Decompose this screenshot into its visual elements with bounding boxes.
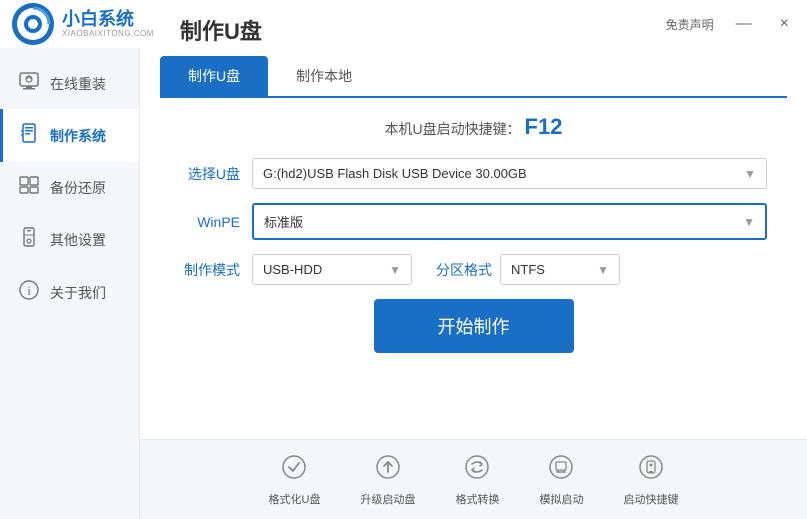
main-layout: 在线重装 制作系统 xyxy=(0,48,807,519)
form-area: 本机U盘启动快捷键： F12 选择U盘 G:(hd2)USB Flash Dis… xyxy=(140,98,807,439)
page-title: 制作U盘 xyxy=(180,14,262,46)
about-icon: i xyxy=(18,280,40,305)
winpe-select-arrow: ▼ xyxy=(743,215,755,229)
mode-label: 制作模式 xyxy=(180,260,240,280)
tool-upgrade-boot-label: 升级启动盘 xyxy=(360,491,415,507)
winpe-row: WinPE 标准版 ▼ xyxy=(180,203,767,240)
sidebar-label-reinstall: 在线重装 xyxy=(50,74,106,94)
minimize-button[interactable]: — xyxy=(730,15,758,33)
partition-select-value: NTFS xyxy=(511,262,545,277)
partition-group: 分区格式 NTFS ▼ xyxy=(436,254,620,285)
boot-shortcut-icon xyxy=(637,453,665,487)
tool-format-usb-label: 格式化U盘 xyxy=(269,491,321,507)
shortcut-key: F12 xyxy=(525,114,563,139)
active-indicator xyxy=(0,109,3,162)
tab-bar: 制作U盘 制作本地 xyxy=(160,56,787,98)
logo-main-text: 小白系统 xyxy=(62,10,154,30)
tab-make-usb[interactable]: 制作U盘 xyxy=(160,56,268,98)
mode-partition-row: 制作模式 USB-HDD ▼ 分区格式 NTFS ▼ xyxy=(180,254,767,285)
tool-simulate-boot[interactable]: 模拟启动 xyxy=(539,453,583,507)
mode-select[interactable]: USB-HDD ▼ xyxy=(252,254,412,285)
tool-format-convert[interactable]: 格式转换 xyxy=(455,453,499,507)
winpe-label: WinPE xyxy=(180,214,240,230)
logo-text: 小白系统 XIAOBAIXITONG.COM xyxy=(62,10,154,39)
format-usb-icon xyxy=(280,453,308,487)
tool-boot-shortcut-label: 启动快捷键 xyxy=(623,491,678,507)
upgrade-boot-icon xyxy=(374,453,402,487)
usb-row: 选择U盘 G:(hd2)USB Flash Disk USB Device 30… xyxy=(180,158,767,189)
bottom-toolbar: 格式化U盘 升级启动盘 xyxy=(140,439,807,519)
sidebar-item-reinstall[interactable]: 在线重装 xyxy=(0,58,139,109)
close-button[interactable]: × xyxy=(774,15,795,33)
simulate-boot-icon xyxy=(547,453,575,487)
sidebar-item-make[interactable]: 制作系统 xyxy=(0,109,139,162)
tool-format-convert-label: 格式转换 xyxy=(455,491,499,507)
partition-select[interactable]: NTFS ▼ xyxy=(500,254,620,285)
sidebar-item-backup[interactable]: 备份还原 xyxy=(0,162,139,213)
usb-label: 选择U盘 xyxy=(180,164,240,184)
format-convert-icon xyxy=(463,453,491,487)
tool-upgrade-boot[interactable]: 升级启动盘 xyxy=(360,453,415,507)
tab-make-local[interactable]: 制作本地 xyxy=(268,56,380,98)
mode-select-value: USB-HDD xyxy=(263,262,322,277)
logo-icon xyxy=(12,3,54,45)
sidebar-item-about[interactable]: i 关于我们 xyxy=(0,266,139,319)
sidebar-label-backup: 备份还原 xyxy=(50,178,106,198)
mode-select-arrow: ▼ xyxy=(389,263,401,277)
titlebar: 小白系统 XIAOBAIXITONG.COM 制作U盘 免责声明 — × xyxy=(0,0,807,48)
reinstall-icon xyxy=(18,72,40,95)
sidebar-label-about: 关于我们 xyxy=(50,283,106,303)
settings-icon xyxy=(18,227,40,252)
tool-simulate-boot-label: 模拟启动 xyxy=(539,491,583,507)
sidebar-item-settings[interactable]: 其他设置 xyxy=(0,213,139,266)
disclaimer-link[interactable]: 免责声明 xyxy=(666,16,714,33)
make-icon xyxy=(18,123,40,148)
content-area: 制作U盘 制作本地 本机U盘启动快捷键： F12 选择U盘 G:(hd2)USB… xyxy=(140,48,807,519)
partition-label: 分区格式 xyxy=(436,260,492,280)
sidebar-label-make: 制作系统 xyxy=(50,126,106,146)
usb-select-value: G:(hd2)USB Flash Disk USB Device 30.00GB xyxy=(263,166,527,181)
logo-area: 小白系统 XIAOBAIXITONG.COM xyxy=(12,3,154,45)
sidebar-label-settings: 其他设置 xyxy=(50,230,106,250)
usb-select-arrow: ▼ xyxy=(744,167,756,181)
titlebar-controls: 免责声明 — × xyxy=(666,15,795,33)
partition-select-arrow: ▼ xyxy=(597,263,609,277)
usb-select[interactable]: G:(hd2)USB Flash Disk USB Device 30.00GB… xyxy=(252,158,767,189)
tool-format-usb[interactable]: 格式化U盘 xyxy=(269,453,321,507)
winpe-select-value: 标准版 xyxy=(264,212,303,231)
sidebar: 在线重装 制作系统 xyxy=(0,48,140,519)
shortcut-prefix: 本机U盘启动快捷键： xyxy=(385,121,521,137)
tool-boot-shortcut[interactable]: 启动快捷键 xyxy=(623,453,678,507)
start-button[interactable]: 开始制作 xyxy=(374,299,574,353)
svg-text:i: i xyxy=(27,283,31,298)
winpe-select[interactable]: 标准版 ▼ xyxy=(252,203,767,240)
logo-sub-text: XIAOBAIXITONG.COM xyxy=(62,30,154,39)
backup-icon xyxy=(18,176,40,199)
shortcut-hint: 本机U盘启动快捷键： F12 xyxy=(180,114,767,140)
